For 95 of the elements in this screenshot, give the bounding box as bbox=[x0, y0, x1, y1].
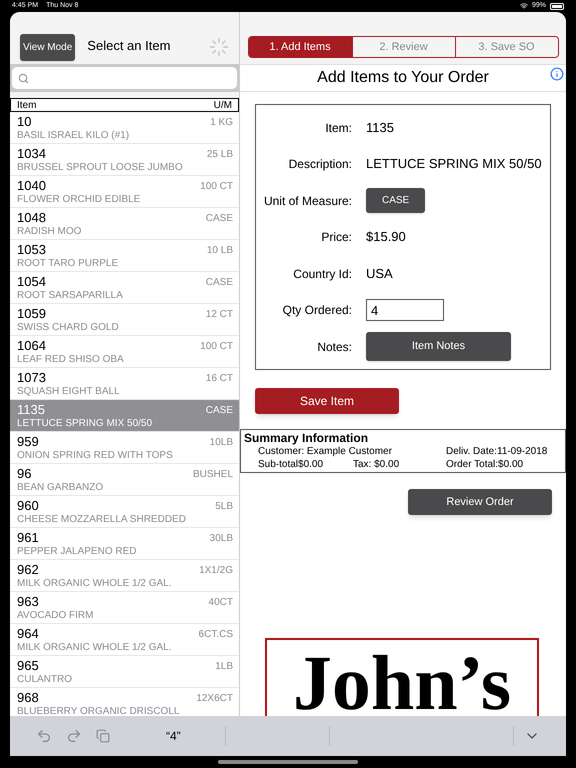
item-description: BRUSSEL SPROUT LOOSE JUMBO bbox=[17, 162, 184, 172]
field-label: Price: bbox=[320, 229, 353, 246]
paste-icon[interactable] bbox=[96, 729, 110, 743]
unit-button[interactable]: CASE bbox=[366, 188, 426, 213]
item-code: 962 bbox=[17, 562, 39, 576]
item-code: 1048 bbox=[17, 210, 46, 224]
field-label: Country Id: bbox=[292, 266, 353, 282]
item-unit: 25 LB bbox=[206, 150, 233, 160]
item-description: PEPPER JALAPENO RED bbox=[17, 546, 138, 556]
item-code: 10 bbox=[17, 114, 32, 128]
item-description: AVOCADO FIRM bbox=[17, 610, 94, 620]
item-code: 959 bbox=[17, 434, 39, 448]
item-code: 1064 bbox=[17, 338, 46, 352]
item-unit: CASE bbox=[206, 214, 233, 224]
summary-customer: Customer: Example Customer bbox=[258, 445, 393, 458]
item-unit: 1X1/2G bbox=[199, 566, 233, 576]
item-description: FLOWER ORCHID EDIBLE bbox=[17, 194, 142, 204]
field-label: Qty Ordered: bbox=[282, 302, 353, 319]
item-description: LETTUCE SPRING MIX 50/50 bbox=[17, 418, 154, 428]
item-unit: CASE bbox=[206, 406, 233, 416]
item-code: 1034 bbox=[17, 146, 46, 160]
item-code: 963 bbox=[17, 594, 39, 608]
item-unit: BUSHEL bbox=[192, 470, 233, 480]
view-mode-button[interactable]: View Mode bbox=[20, 34, 76, 61]
item-unit: 10 LB bbox=[206, 246, 233, 256]
item-description: MILK ORGANIC WHOLE 1/2 GAL. bbox=[17, 578, 172, 588]
summary-tax: Tax: $0.00 bbox=[353, 458, 400, 471]
field-label: Description: bbox=[288, 156, 353, 173]
save-item-button[interactable]: Save Item bbox=[255, 388, 399, 414]
item-unit: 12 CT bbox=[206, 310, 233, 320]
item-unit: 6CT.CS bbox=[198, 630, 233, 640]
item-description: CULANTRO bbox=[17, 674, 74, 684]
item-code: 960 bbox=[17, 498, 39, 512]
info-icon[interactable] bbox=[550, 67, 564, 81]
item-unit: 100 CT bbox=[200, 342, 233, 352]
item-unit: 10LB bbox=[210, 438, 233, 448]
redo-icon[interactable] bbox=[66, 728, 82, 744]
search-field[interactable] bbox=[12, 67, 237, 89]
step-tab[interactable]: 1. Add Items bbox=[248, 37, 352, 57]
item-code: 961 bbox=[17, 530, 39, 544]
item-code: 968 bbox=[17, 690, 39, 704]
item-description: ROOT SARSAPARILLA bbox=[17, 290, 124, 300]
item-description: LEAF RED SHISO OBA bbox=[17, 354, 125, 364]
summary-delivery: Deliv. Date:11-09-2018 bbox=[446, 445, 548, 458]
wifi-icon bbox=[520, 2, 528, 10]
item-unit: 5LB bbox=[215, 502, 233, 512]
item-description: CHEESE MOZZARELLA SHREDDED bbox=[17, 514, 187, 524]
item-description: SWISS CHARD GOLD bbox=[17, 322, 120, 332]
item-description: BASIL ISRAEL KILO (#1) bbox=[17, 130, 130, 140]
item-code: 1040 bbox=[17, 178, 46, 192]
item-description: RADISH MOO bbox=[17, 226, 82, 236]
item-description: MILK ORGANIC WHOLE 1/2 GAL. bbox=[17, 642, 172, 652]
item-unit: CASE bbox=[206, 278, 233, 288]
item-unit: 12X6CT bbox=[196, 694, 233, 704]
field-value: $15.90 bbox=[366, 228, 406, 246]
item-code: 1135 bbox=[17, 402, 45, 416]
item-unit: 1 KG bbox=[210, 118, 233, 128]
item-unit: 30LB bbox=[210, 534, 233, 544]
suggestion-text[interactable]: “4” bbox=[166, 727, 221, 745]
spinner-icon bbox=[209, 37, 229, 57]
battery-icon bbox=[550, 2, 564, 10]
item-description: BEAN GARBANZO bbox=[17, 482, 104, 492]
field-label: Notes: bbox=[316, 338, 353, 356]
item-description: BLUEBERRY ORGANIC DRISCOLL bbox=[17, 706, 180, 716]
item-unit: 16 CT bbox=[206, 374, 233, 384]
field-value: LETTUCE SPRING MIX 50/50 bbox=[366, 155, 542, 174]
form-title: Add Items to Your Order bbox=[317, 68, 489, 88]
field-value: 1135 bbox=[366, 118, 394, 137]
undo-icon[interactable] bbox=[36, 728, 52, 744]
item-unit: 40CT bbox=[208, 598, 233, 608]
search-icon bbox=[18, 72, 29, 84]
item-code: 96 bbox=[17, 466, 32, 480]
column-header: U/M bbox=[214, 98, 232, 112]
item-unit: 1LB bbox=[215, 662, 233, 672]
summary-subtotal: Sub-total$0.00 bbox=[258, 458, 324, 471]
notes-button[interactable]: Item Notes bbox=[366, 332, 511, 361]
item-description: SQUASH EIGHT BALL bbox=[17, 386, 121, 396]
field-value: USA bbox=[366, 264, 393, 283]
field-label: Unit of Measure: bbox=[262, 192, 353, 210]
item-unit: 100 CT bbox=[200, 182, 233, 192]
item-code: 1053 bbox=[17, 242, 46, 256]
item-code: 965 bbox=[17, 658, 39, 672]
item-code: 1054 bbox=[17, 274, 46, 288]
item-description: ROOT TARO PURPLE bbox=[17, 258, 120, 268]
qty-input[interactable]: 4 bbox=[366, 299, 444, 321]
summary-total: Order Total:$0.00 bbox=[446, 458, 524, 471]
review-order-button[interactable]: Review Order bbox=[408, 489, 552, 515]
item-code: 1059 bbox=[17, 306, 46, 320]
summary-title: Summary Information bbox=[244, 431, 370, 445]
field-label: Item: bbox=[324, 120, 353, 136]
panel-title: Select an Item bbox=[87, 36, 172, 54]
item-code: 1073 bbox=[17, 370, 46, 384]
column-header: Item bbox=[17, 98, 36, 112]
item-code: 964 bbox=[17, 626, 39, 640]
item-description: ONION SPRING RED WITH TOPS bbox=[17, 450, 174, 460]
